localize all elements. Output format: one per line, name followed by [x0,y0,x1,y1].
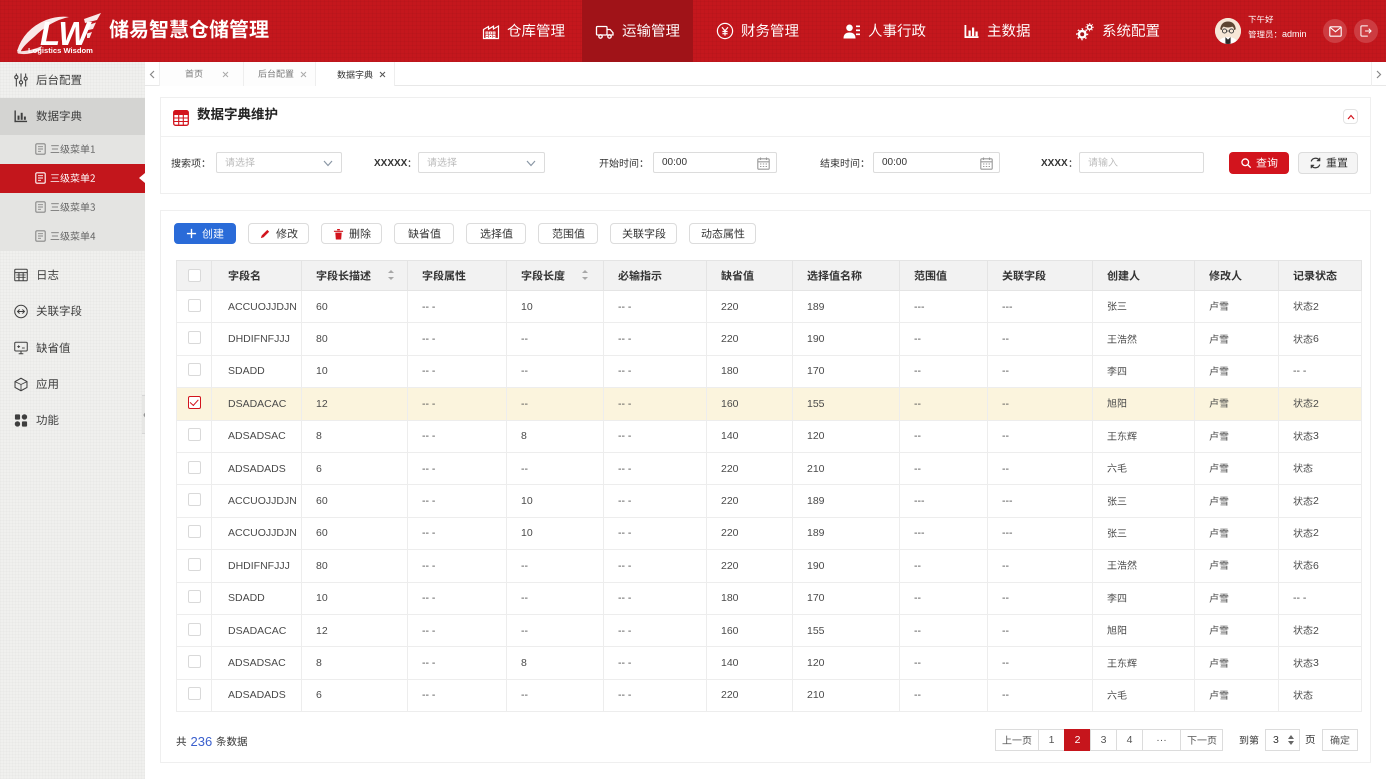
svg-text:Logistics Wisdom: Logistics Wisdom [28,46,93,55]
